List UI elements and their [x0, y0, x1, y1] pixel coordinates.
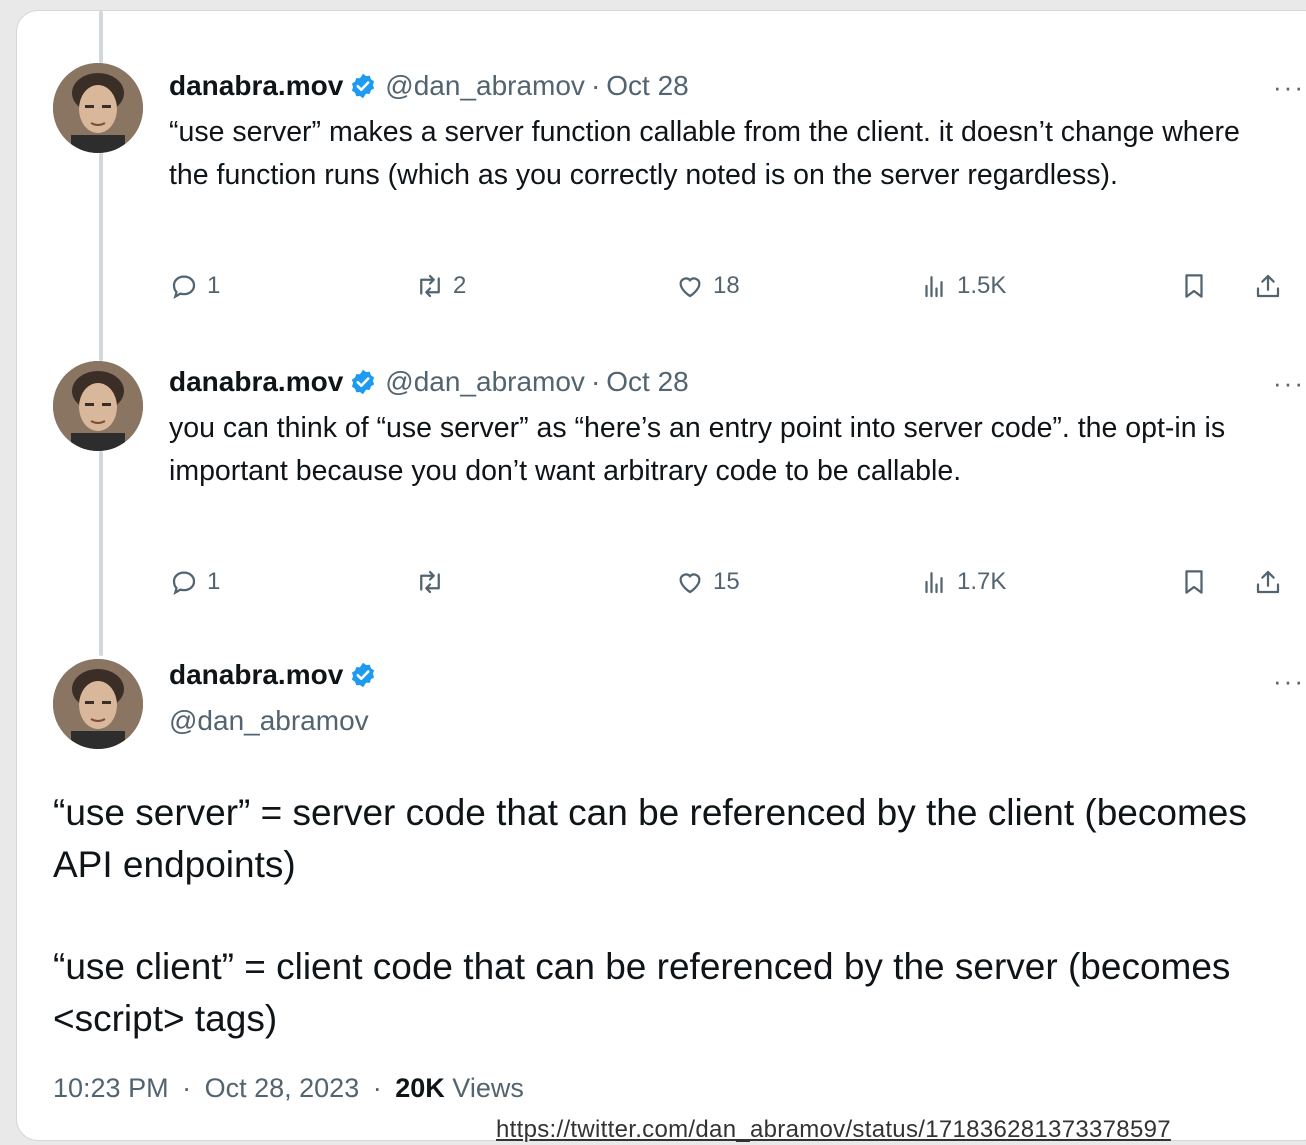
views-button[interactable]: 1.5K — [919, 271, 1006, 301]
reply-button[interactable]: 1 — [169, 271, 220, 301]
separator-dot: · — [182, 1073, 192, 1103]
reply-count: 1 — [207, 272, 221, 299]
more-options-button[interactable]: ··· — [1273, 74, 1305, 100]
heart-icon — [679, 277, 701, 298]
views-label: Views — [452, 1073, 524, 1103]
like-count: 15 — [713, 568, 740, 595]
thread-connector-1 — [99, 153, 103, 361]
main-tweet-paragraph-2: “use client” = client code that can be r… — [53, 946, 1231, 1039]
retweet-icon — [420, 274, 440, 298]
view-count: 1.7K — [957, 568, 1007, 595]
verified-badge-icon — [349, 72, 377, 100]
more-options-button[interactable]: ··· — [1273, 370, 1305, 396]
like-button[interactable]: 15 — [675, 567, 740, 597]
tweet-full-date[interactable]: Oct 28, 2023 — [205, 1073, 360, 1103]
source-link[interactable]: https://twitter.com/dan_abramov/status/1… — [496, 1116, 1171, 1144]
reply-button[interactable]: 1 — [169, 567, 220, 597]
tweet-meta: 10:23 PM · Oct 28, 2023 · 20K Views — [53, 1073, 524, 1104]
share-button[interactable] — [1253, 271, 1291, 301]
avatar[interactable] — [53, 63, 143, 153]
separator-dot: · — [372, 1073, 382, 1103]
bookmark-button[interactable] — [1179, 271, 1217, 301]
avatar[interactable] — [53, 659, 143, 749]
display-name[interactable]: danabra.mov — [169, 69, 343, 103]
user-handle[interactable]: @dan_abramov — [385, 69, 585, 103]
heart-icon — [679, 573, 701, 594]
verified-badge-icon — [349, 661, 377, 689]
tweet-header: danabra.mov @dan_abramov · Oct 28 — [169, 365, 689, 399]
tweet-text: you can think of “use server” as “here’s… — [169, 412, 1226, 487]
reply-icon — [172, 571, 196, 595]
display-name[interactable]: danabra.mov — [169, 659, 343, 691]
user-handle[interactable]: @dan_abramov — [385, 365, 585, 399]
analytics-icon — [925, 276, 943, 298]
bookmark-icon — [1185, 274, 1203, 298]
display-name[interactable]: danabra.mov — [169, 365, 343, 399]
tweet-actions: 1 2 18 1.5K — [169, 271, 1289, 311]
verified-badge-icon — [349, 368, 377, 396]
tweet-date[interactable]: Oct 28 — [606, 69, 688, 103]
reply-icon — [172, 275, 196, 299]
like-button[interactable]: 18 — [675, 271, 740, 301]
views-button[interactable]: 1.7K — [919, 567, 1006, 597]
avatar[interactable] — [53, 361, 143, 451]
reply-count: 1 — [207, 568, 221, 595]
bookmark-button[interactable] — [1179, 567, 1217, 597]
retweet-button[interactable]: 2 — [415, 271, 466, 301]
bookmark-icon — [1185, 570, 1203, 594]
more-options-button[interactable]: ··· — [1273, 668, 1305, 694]
share-icon — [1256, 274, 1280, 298]
thread-connector-2 — [99, 451, 103, 656]
retweet-button[interactable] — [415, 567, 453, 597]
main-tweet-header: danabra.mov — [169, 659, 385, 691]
retweet-icon — [420, 570, 440, 594]
tweet-text: “use server” makes a server function cal… — [169, 116, 1240, 191]
user-handle[interactable]: @dan_abramov — [169, 705, 369, 737]
separator-dot: · — [590, 70, 601, 101]
tweet-thread-card: danabra.mov @dan_abramov · Oct 28 ··· “u… — [16, 10, 1306, 1141]
tweet-header: danabra.mov @dan_abramov · Oct 28 — [169, 69, 689, 103]
share-button[interactable] — [1253, 567, 1291, 597]
share-icon — [1256, 570, 1280, 594]
separator-dot: · — [590, 366, 601, 397]
like-count: 18 — [713, 272, 740, 299]
tweet-actions: 1 15 1.7K — [169, 567, 1289, 607]
retweet-count: 2 — [453, 272, 467, 299]
view-count: 20K — [395, 1073, 445, 1103]
tweet-date[interactable]: Oct 28 — [606, 365, 688, 399]
view-count: 1.5K — [957, 272, 1007, 299]
main-tweet-paragraph-1: “use server” = server code that can be r… — [53, 792, 1247, 885]
analytics-icon — [925, 572, 943, 594]
thread-connector-top — [99, 11, 103, 63]
tweet-time[interactable]: 10:23 PM — [53, 1073, 169, 1103]
